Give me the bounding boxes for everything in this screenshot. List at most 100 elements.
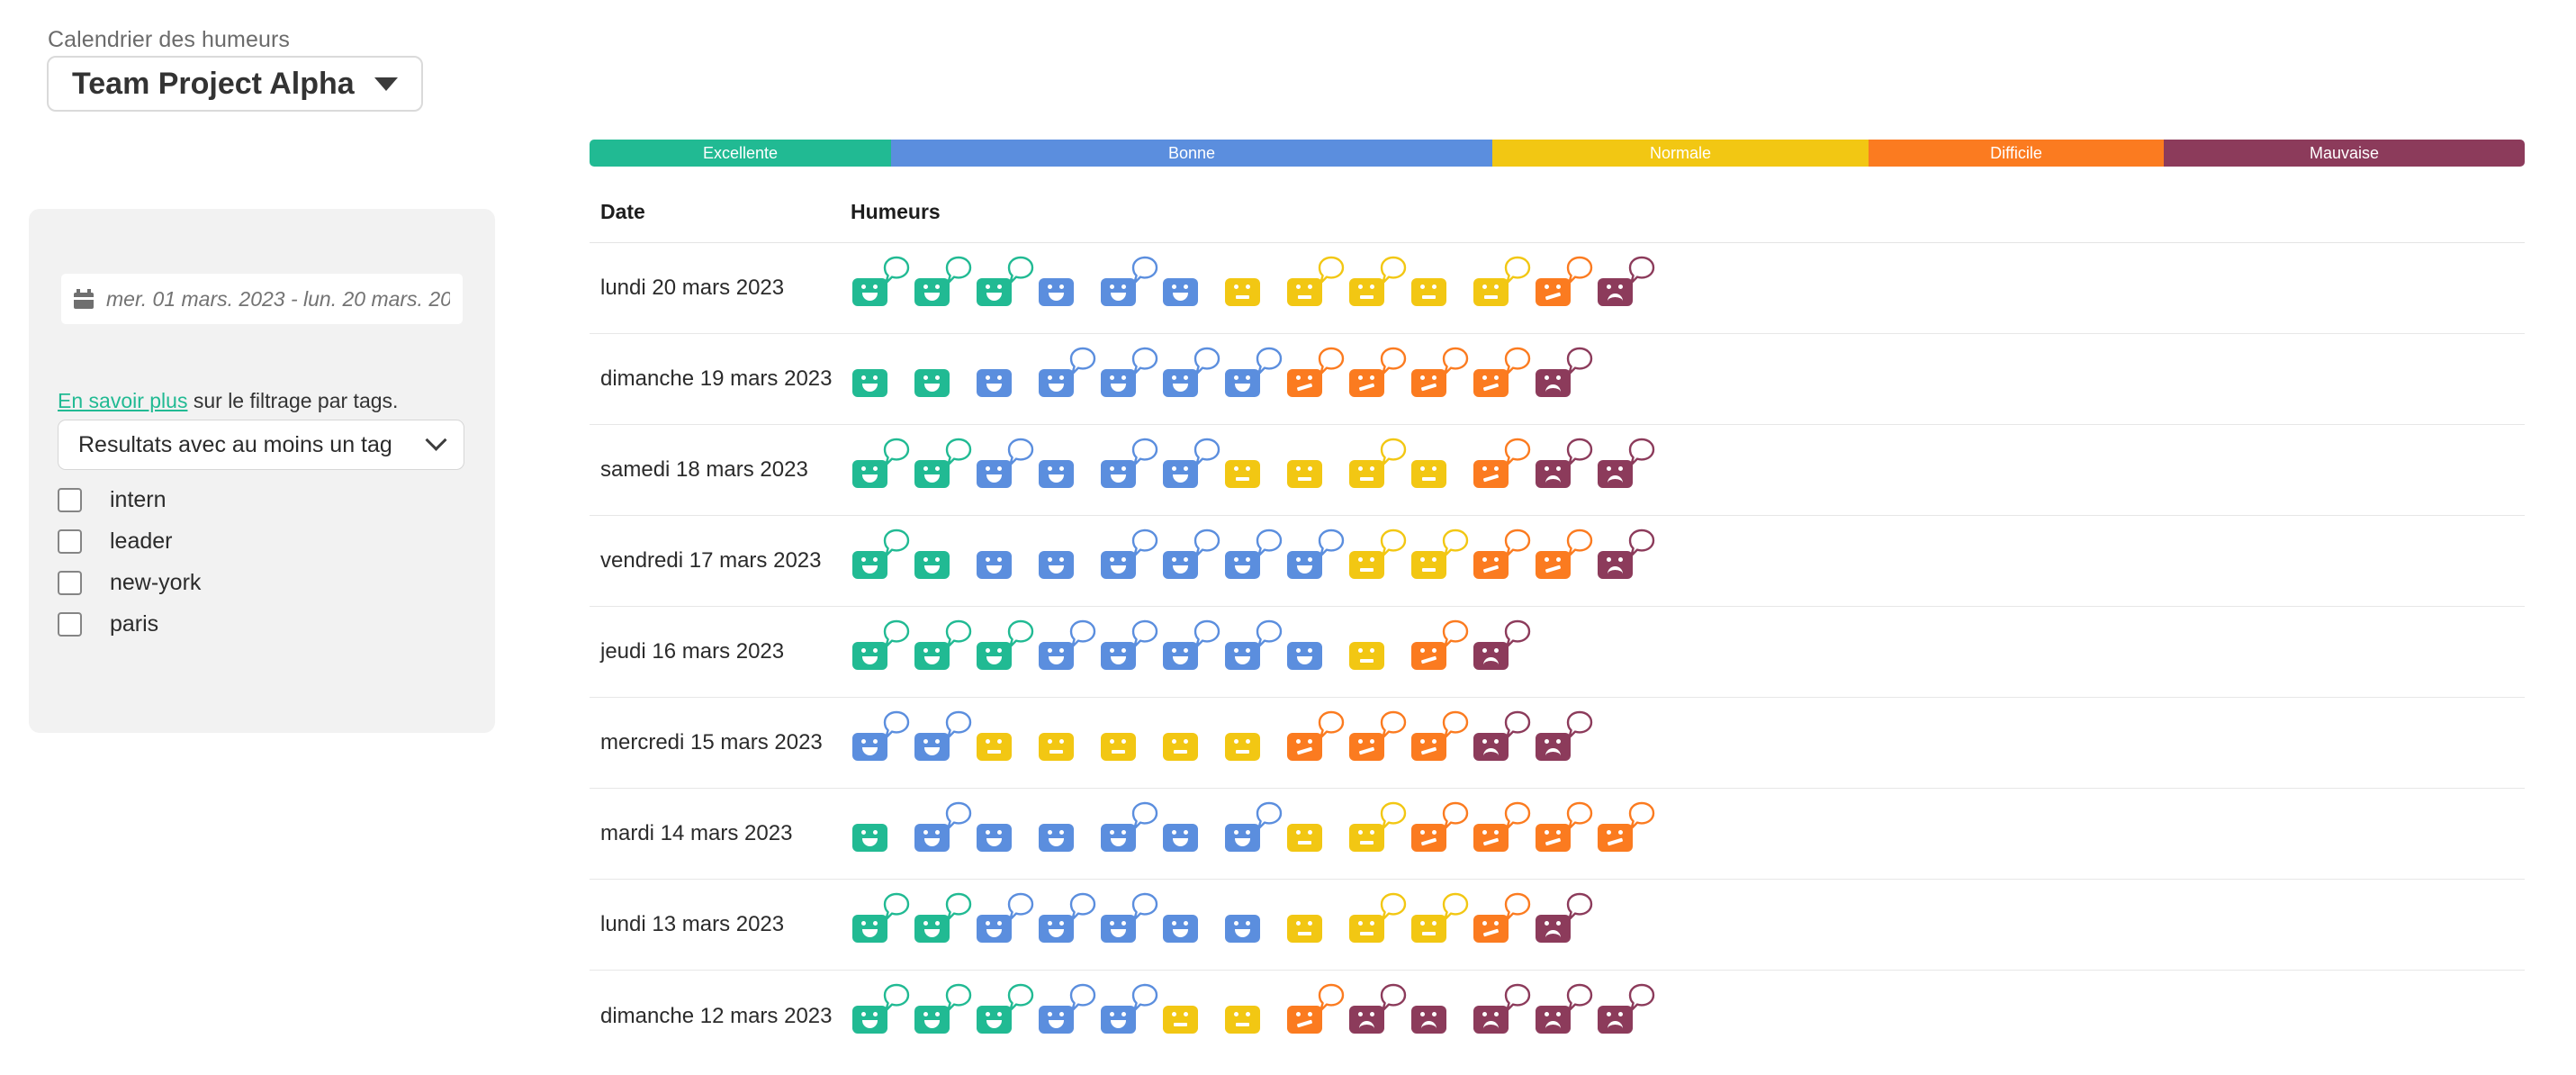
mood-entry[interactable] — [1347, 243, 1410, 334]
mood-entry[interactable] — [1099, 789, 1161, 880]
mood-entry[interactable] — [1285, 516, 1347, 607]
mood-entry[interactable] — [913, 971, 975, 1061]
comment-bubble-icon[interactable] — [1131, 983, 1158, 1013]
mood-entry[interactable] — [1099, 243, 1161, 334]
mood-entry[interactable] — [975, 880, 1037, 971]
mood-entry[interactable] — [1410, 880, 1472, 971]
mood-entry[interactable] — [1596, 789, 1658, 880]
mood-entry[interactable] — [1472, 516, 1534, 607]
mood-entry[interactable] — [1099, 698, 1161, 789]
mood-entry[interactable] — [1223, 425, 1285, 516]
comment-bubble-icon[interactable] — [1628, 256, 1655, 285]
mood-entry[interactable] — [851, 971, 913, 1061]
mood-entry[interactable] — [975, 607, 1037, 698]
comment-bubble-icon[interactable] — [1442, 710, 1469, 740]
mood-entry[interactable] — [1037, 516, 1099, 607]
mood-entry[interactable] — [1099, 425, 1161, 516]
comment-bubble-icon[interactable] — [1069, 892, 1096, 922]
comment-bubble-icon[interactable] — [883, 619, 910, 649]
mood-entry[interactable] — [1099, 971, 1161, 1061]
mood-entry[interactable] — [1534, 243, 1596, 334]
comment-bubble-icon[interactable] — [1566, 256, 1593, 285]
comment-bubble-icon[interactable] — [1442, 528, 1469, 558]
mood-entry[interactable] — [1285, 607, 1347, 698]
comment-bubble-icon[interactable] — [883, 528, 910, 558]
mood-entry[interactable] — [1285, 334, 1347, 425]
comment-bubble-icon[interactable] — [1504, 256, 1531, 285]
mood-entry[interactable] — [913, 880, 975, 971]
comment-bubble-icon[interactable] — [883, 256, 910, 285]
mood-entry[interactable] — [1161, 425, 1223, 516]
comment-bubble-icon[interactable] — [1380, 438, 1407, 467]
comment-bubble-icon[interactable] — [1566, 801, 1593, 831]
comment-bubble-icon[interactable] — [1566, 528, 1593, 558]
comment-bubble-icon[interactable] — [1007, 438, 1034, 467]
mood-entry[interactable] — [1410, 789, 1472, 880]
comment-bubble-icon[interactable] — [1069, 347, 1096, 376]
mood-entry[interactable] — [1410, 516, 1472, 607]
mood-entry[interactable] — [1285, 243, 1347, 334]
mood-entry[interactable] — [975, 516, 1037, 607]
learn-more-link[interactable]: En savoir plus — [58, 389, 187, 412]
comment-bubble-icon[interactable] — [1566, 892, 1593, 922]
comment-bubble-icon[interactable] — [1628, 983, 1655, 1013]
comment-bubble-icon[interactable] — [1504, 528, 1531, 558]
mood-entry[interactable] — [1223, 789, 1285, 880]
mood-entry[interactable] — [975, 425, 1037, 516]
comment-bubble-icon[interactable] — [1628, 801, 1655, 831]
comment-bubble-icon[interactable] — [1380, 801, 1407, 831]
comment-bubble-icon[interactable] — [1318, 983, 1345, 1013]
comment-bubble-icon[interactable] — [1007, 983, 1034, 1013]
mood-entry[interactable] — [1410, 607, 1472, 698]
mood-entry[interactable] — [1410, 971, 1472, 1061]
mood-entry[interactable] — [1037, 789, 1099, 880]
legend-segment[interactable]: Mauvaise — [2164, 140, 2525, 167]
comment-bubble-icon[interactable] — [883, 710, 910, 740]
mood-entry[interactable] — [1161, 334, 1223, 425]
mood-entry[interactable] — [1161, 243, 1223, 334]
comment-bubble-icon[interactable] — [1069, 983, 1096, 1013]
comment-bubble-icon[interactable] — [1504, 438, 1531, 467]
comment-bubble-icon[interactable] — [1380, 347, 1407, 376]
mood-entry[interactable] — [1099, 516, 1161, 607]
mood-entry[interactable] — [1223, 607, 1285, 698]
comment-bubble-icon[interactable] — [1504, 801, 1531, 831]
mood-entry[interactable] — [1472, 607, 1534, 698]
comment-bubble-icon[interactable] — [1442, 347, 1469, 376]
tag-filter-item[interactable]: intern — [58, 479, 464, 520]
mood-entry[interactable] — [1161, 789, 1223, 880]
comment-bubble-icon[interactable] — [883, 892, 910, 922]
mood-entry[interactable] — [1161, 880, 1223, 971]
comment-bubble-icon[interactable] — [1256, 347, 1283, 376]
comment-bubble-icon[interactable] — [1504, 619, 1531, 649]
comment-bubble-icon[interactable] — [1131, 347, 1158, 376]
mood-entry[interactable] — [1596, 971, 1658, 1061]
mood-entry[interactable] — [1037, 971, 1099, 1061]
mood-entry[interactable] — [1347, 516, 1410, 607]
comment-bubble-icon[interactable] — [945, 256, 972, 285]
comment-bubble-icon[interactable] — [1566, 983, 1593, 1013]
legend-segment[interactable]: Difficile — [1869, 140, 2164, 167]
comment-bubble-icon[interactable] — [1193, 438, 1220, 467]
comment-bubble-icon[interactable] — [945, 619, 972, 649]
mood-entry[interactable] — [913, 425, 975, 516]
date-range-input[interactable]: mer. 01 mars. 2023 - lun. 20 mars. 2023 … — [61, 274, 463, 324]
comment-bubble-icon[interactable] — [1193, 528, 1220, 558]
mood-entry[interactable] — [1534, 789, 1596, 880]
comment-bubble-icon[interactable] — [883, 983, 910, 1013]
mood-entry[interactable] — [1285, 698, 1347, 789]
comment-bubble-icon[interactable] — [1193, 619, 1220, 649]
tag-mode-select[interactable]: Resultats avec au moins un tag — [58, 420, 464, 470]
comment-bubble-icon[interactable] — [945, 438, 972, 467]
mood-entry[interactable] — [913, 516, 975, 607]
mood-entry[interactable] — [1099, 607, 1161, 698]
mood-entry[interactable] — [1472, 698, 1534, 789]
mood-entry[interactable] — [1472, 334, 1534, 425]
mood-entry[interactable] — [1037, 880, 1099, 971]
comment-bubble-icon[interactable] — [1442, 801, 1469, 831]
mood-entry[interactable] — [1347, 334, 1410, 425]
checkbox-icon[interactable] — [58, 528, 82, 554]
comment-bubble-icon[interactable] — [883, 438, 910, 467]
comment-bubble-icon[interactable] — [1318, 710, 1345, 740]
comment-bubble-icon[interactable] — [1007, 892, 1034, 922]
